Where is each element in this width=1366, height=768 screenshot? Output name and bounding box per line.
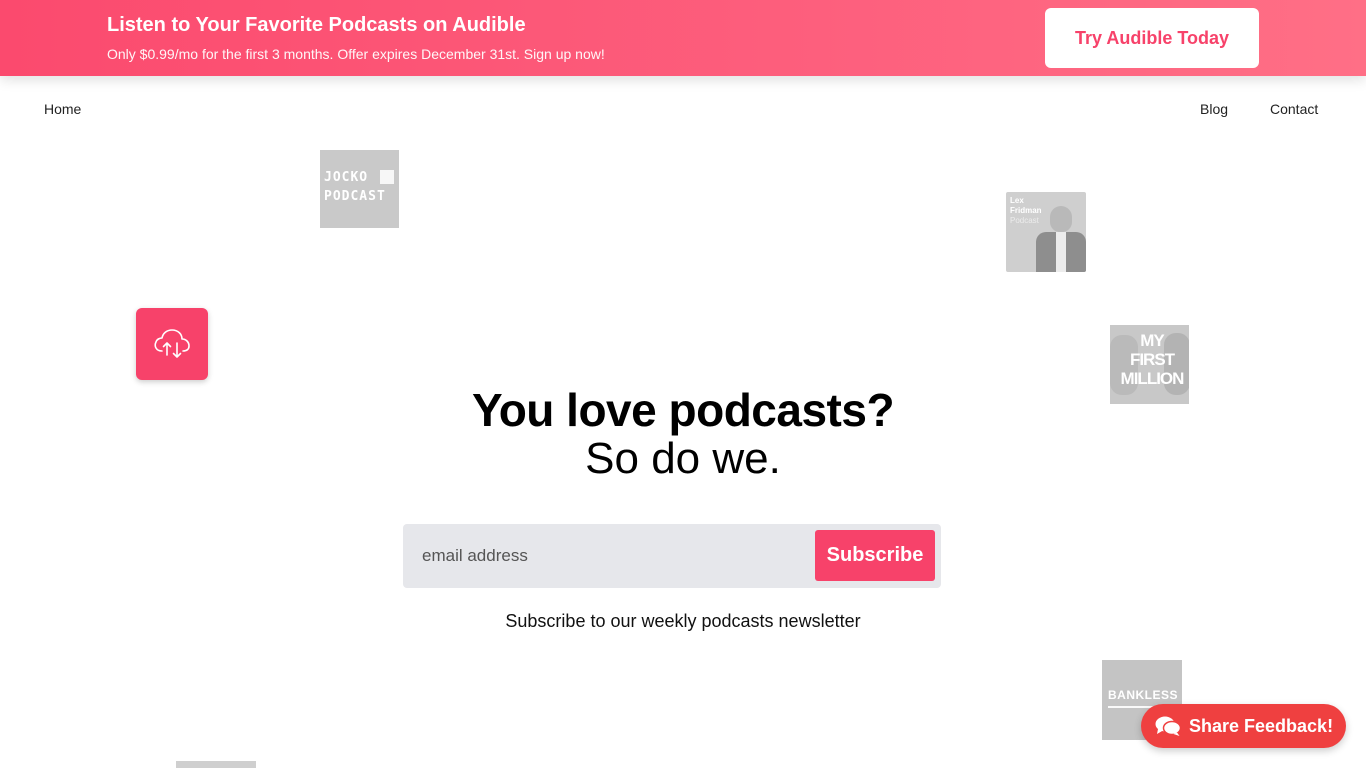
cloud-sync-icon	[136, 308, 208, 380]
promo-banner: Listen to Your Favorite Podcasts on Audi…	[0, 0, 1366, 76]
lex-logo-text: Lex Fridman Podcast	[1010, 196, 1042, 226]
flag-icon	[380, 170, 394, 184]
lex-line3: Podcast	[1010, 216, 1039, 225]
podcast-tile-jocko: JOCKO PODCAST	[320, 150, 399, 228]
mfm-line1: MY	[1140, 331, 1165, 350]
share-feedback-label: Share Feedback!	[1189, 715, 1334, 736]
bankless-logo-text: BANKLESS	[1108, 688, 1179, 702]
mfm-line2: FIRST	[1129, 350, 1175, 369]
subscribe-button[interactable]: Subscribe	[815, 530, 935, 581]
promo-title: Listen to Your Favorite Podcasts on Audi…	[107, 14, 526, 36]
try-audible-button[interactable]: Try Audible Today	[1045, 8, 1259, 68]
lex-line2: Fridman	[1010, 206, 1042, 215]
share-feedback-button[interactable]: Share Feedback!	[1141, 704, 1346, 748]
portrait-head	[1050, 206, 1072, 232]
portrait-shirt	[1056, 232, 1066, 272]
nav-blog-link[interactable]: Blog	[1200, 101, 1228, 117]
podcast-tile-lex-fridman: Lex Fridman Podcast	[1006, 192, 1086, 272]
promo-subtitle: Only $0.99/mo for the first 3 months. Of…	[107, 46, 605, 62]
nav-home-link[interactable]: Home	[44, 101, 81, 117]
newsletter-caption: Subscribe to our weekly podcasts newslet…	[505, 611, 861, 631]
hero-subtitle: So do we.	[585, 434, 781, 483]
jocko-line2: PODCAST	[324, 189, 386, 204]
nav-contact-link[interactable]: Contact	[1270, 101, 1318, 117]
mfm-logo-text: MY FIRST MILLION	[1118, 331, 1186, 388]
newsletter-form: Subscribe	[403, 524, 941, 588]
chat-bubbles-icon	[1155, 715, 1181, 737]
email-input[interactable]	[403, 524, 813, 588]
hero-title: You love podcasts?	[471, 384, 895, 436]
lex-line1: Lex	[1010, 196, 1024, 205]
podcast-tile-partial	[176, 761, 256, 768]
